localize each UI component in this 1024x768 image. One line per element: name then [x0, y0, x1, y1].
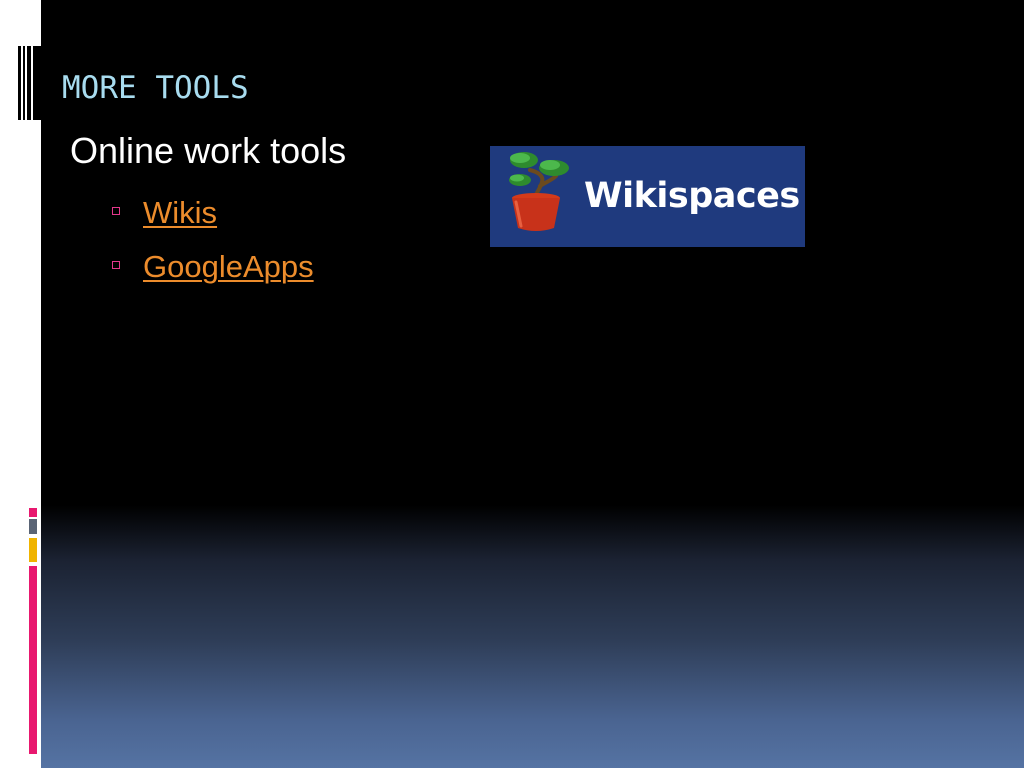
- list-item: Wikis: [112, 186, 314, 240]
- logo-text: Wikispaces: [584, 176, 800, 216]
- bonsai-pot-icon: [509, 152, 569, 231]
- accent-gray: [29, 519, 37, 534]
- decor-vertical-bars: [18, 46, 41, 120]
- tools-list: Wikis GoogleApps: [112, 186, 314, 294]
- square-bullet-icon: [112, 261, 120, 269]
- slide: MORE TOOLS Online work tools Wikis Googl…: [0, 0, 1024, 768]
- list-item: GoogleApps: [112, 240, 314, 294]
- googleapps-link[interactable]: GoogleApps: [143, 249, 314, 285]
- slide-title: MORE TOOLS: [62, 70, 249, 106]
- wikis-link[interactable]: Wikis: [143, 195, 217, 231]
- square-bullet-icon: [112, 207, 120, 215]
- wikispaces-logo: Wikispaces: [490, 146, 805, 247]
- accent-gold: [29, 538, 37, 562]
- accent-pink-long: [29, 566, 37, 754]
- section-heading: Online work tools: [70, 130, 347, 171]
- accent-pink-top: [29, 508, 37, 517]
